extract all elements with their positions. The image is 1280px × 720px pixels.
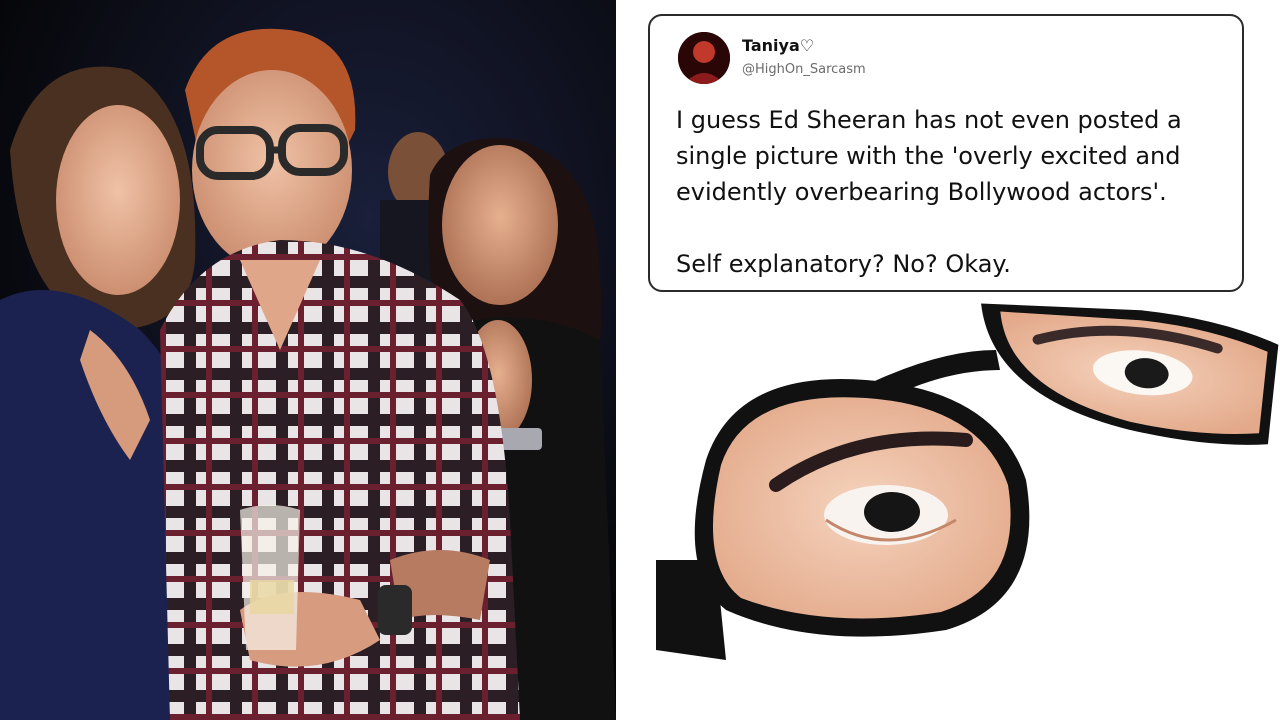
author-handle: @HighOn_Sarcasm xyxy=(742,62,866,77)
eye-glasses-image xyxy=(656,303,1279,660)
author-name: Taniya♡ xyxy=(742,36,815,55)
tweet-text: I guess Ed Sheeran has not even posted a… xyxy=(676,106,1182,278)
avatar xyxy=(678,32,730,84)
party-photo xyxy=(0,0,616,720)
tweet-card: Taniya♡ @HighOn_Sarcasm I guess Ed Sheer… xyxy=(648,14,1244,292)
avatar-image xyxy=(678,32,730,84)
